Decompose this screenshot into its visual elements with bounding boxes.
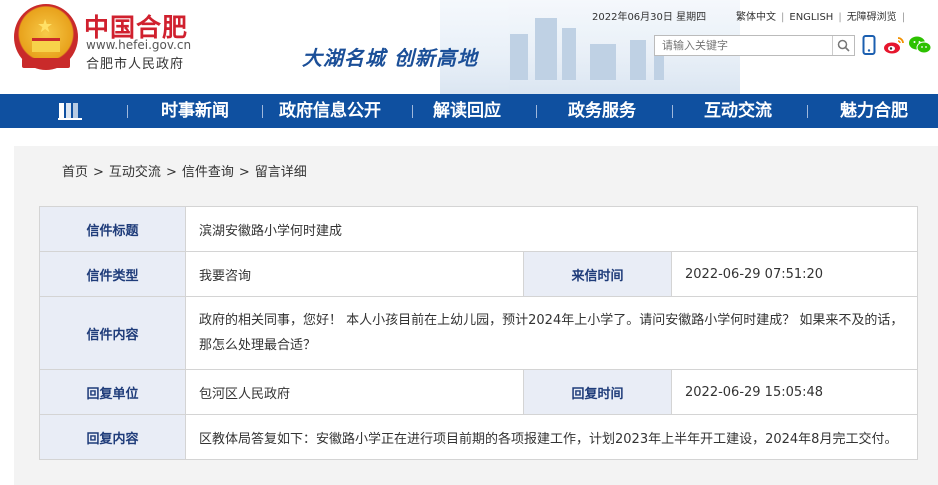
divider: | bbox=[901, 12, 906, 23]
main-nav: 时事新闻 政府信息公开 解读回应 政务服务 互动交流 魅力合肥 bbox=[0, 94, 938, 128]
search-box bbox=[654, 35, 855, 56]
letter-title-value: 滨湖安徽路小学何时建成 bbox=[184, 206, 919, 252]
nav-divider bbox=[412, 105, 413, 118]
nav-divider bbox=[536, 105, 537, 118]
nav-item-news[interactable]: 时事新闻 bbox=[150, 94, 240, 128]
table-row: 信件类型 我要咨询 来信时间 2022-06-29 07:51:20 bbox=[39, 251, 919, 297]
table-row: 信件标题 滨湖安徽路小学何时建成 bbox=[39, 206, 919, 252]
breadcrumb: 首页 > 互动交流 > 信件查询 > 留言详细 bbox=[62, 161, 307, 180]
nav-item-interaction[interactable]: 互动交流 bbox=[693, 94, 783, 128]
nav-divider bbox=[807, 105, 808, 118]
site-header: ★ 中国合肥 www.hefei.gov.cn 合肥市人民政府 大湖名城 创新高… bbox=[0, 0, 938, 94]
english-link[interactable]: ENGLISH bbox=[789, 12, 833, 23]
home-icon[interactable] bbox=[58, 101, 84, 121]
letter-type-label: 信件类型 bbox=[39, 251, 186, 297]
phone-icon[interactable] bbox=[862, 35, 876, 55]
weibo-icon[interactable] bbox=[883, 35, 905, 55]
nav-divider bbox=[262, 105, 263, 118]
logo-subtitle: 合肥市人民政府 bbox=[86, 57, 185, 72]
search-button[interactable] bbox=[832, 36, 854, 55]
traditional-chinese-link[interactable]: 繁体中文 bbox=[736, 8, 776, 23]
table-row: 回复内容 区教体局答复如下：安徽路小学正在进行项目前期的各项报建工作，计划202… bbox=[39, 414, 919, 460]
breadcrumb-current: 留言详细 bbox=[254, 165, 307, 180]
nav-item-gov-info[interactable]: 政府信息公开 bbox=[270, 94, 390, 128]
search-icon bbox=[837, 39, 850, 52]
letter-time-label: 来信时间 bbox=[523, 251, 672, 297]
nav-item-services[interactable]: 政务服务 bbox=[557, 94, 647, 128]
letter-title-label: 信件标题 bbox=[39, 206, 186, 252]
nav-divider bbox=[127, 105, 128, 118]
letter-time-value: 2022-06-29 07:51:20 bbox=[670, 251, 919, 297]
reply-unit-label: 回复单位 bbox=[39, 369, 186, 415]
breadcrumb-letter-query[interactable]: 信件查询 bbox=[182, 165, 234, 180]
letter-detail-table: 信件标题 滨湖安徽路小学何时建成 信件类型 我要咨询 来信时间 2022-06-… bbox=[39, 206, 919, 460]
letter-content-label: 信件内容 bbox=[39, 296, 186, 370]
top-links: 繁体中文 | ENGLISH | 无障碍浏览 | bbox=[736, 8, 910, 23]
breadcrumb-home[interactable]: 首页 bbox=[62, 165, 88, 180]
divider: | bbox=[781, 12, 785, 23]
breadcrumb-separator: > bbox=[93, 165, 104, 180]
table-row: 信件内容 政府的相关同事，您好！ 本人小孩目前在上幼儿园，预计2024年上小学了… bbox=[39, 296, 919, 370]
logo-url: www.hefei.gov.cn bbox=[86, 38, 192, 52]
nav-item-interpretation[interactable]: 解读回应 bbox=[422, 94, 512, 128]
current-date: 2022年06月30日 星期四 bbox=[592, 12, 707, 23]
breadcrumb-interaction[interactable]: 互动交流 bbox=[109, 165, 161, 180]
reply-content-value: 区教体局答复如下：安徽路小学正在进行项目前期的各项报建工作，计划2023年上半年… bbox=[184, 414, 919, 460]
letter-type-value: 我要咨询 bbox=[185, 251, 524, 297]
divider: | bbox=[838, 12, 842, 23]
wechat-icon[interactable] bbox=[908, 35, 932, 55]
nav-divider bbox=[672, 105, 673, 118]
reply-time-label: 回复时间 bbox=[523, 369, 672, 415]
letter-content-value: 政府的相关同事，您好！ 本人小孩目前在上幼儿园，预计2024年上小学了。请问安徽… bbox=[184, 296, 919, 370]
reply-unit-value: 包河区人民政府 bbox=[185, 369, 524, 415]
accessibility-link[interactable]: 无障碍浏览 bbox=[847, 8, 897, 23]
city-slogan: 大湖名城 创新高地 bbox=[302, 46, 478, 70]
search-input[interactable] bbox=[655, 36, 833, 55]
breadcrumb-separator: > bbox=[238, 165, 250, 180]
table-row: 回复单位 包河区人民政府 回复时间 2022-06-29 15:05:48 bbox=[39, 369, 919, 415]
nav-item-charm-hefei[interactable]: 魅力合肥 bbox=[829, 94, 919, 128]
breadcrumb-separator: > bbox=[165, 165, 177, 180]
reply-time-value: 2022-06-29 15:05:48 bbox=[670, 369, 919, 415]
reply-content-label: 回复内容 bbox=[39, 414, 186, 460]
national-emblem-logo[interactable]: ★ bbox=[14, 4, 78, 70]
